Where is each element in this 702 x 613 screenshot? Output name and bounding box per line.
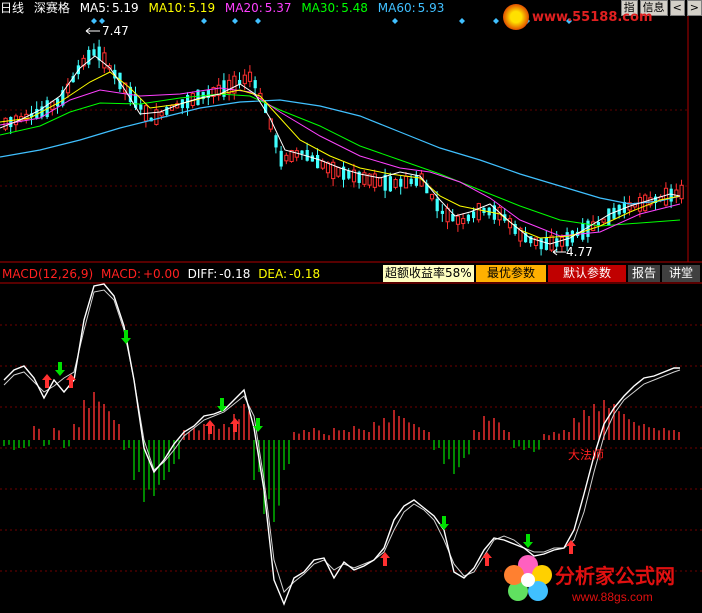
candle-body xyxy=(247,71,253,82)
candle-body xyxy=(409,178,413,184)
candle-body xyxy=(637,197,643,212)
candle-body xyxy=(663,187,669,206)
ma20-label: MA20: xyxy=(224,1,263,15)
candle-body xyxy=(9,116,13,128)
candle-body xyxy=(455,215,461,225)
period-label: 日线 xyxy=(0,1,25,15)
candle-body xyxy=(279,150,283,167)
candle-body xyxy=(274,135,278,148)
ma60-value: 5.93 xyxy=(417,1,445,15)
candle-body xyxy=(445,207,450,223)
candle-body xyxy=(403,175,409,189)
candle-body xyxy=(320,160,325,169)
sell-arrow-icon xyxy=(217,398,227,412)
candle-body xyxy=(669,188,673,202)
ma5-value: 5.19 xyxy=(111,1,139,15)
candle-body xyxy=(472,211,476,219)
candle-body xyxy=(159,111,164,117)
stock-name: 深赛格 xyxy=(33,1,70,15)
candle-body xyxy=(596,222,600,226)
candle-body xyxy=(102,52,107,69)
high-price-label: 7.47 xyxy=(102,24,129,38)
chart-canvas[interactable] xyxy=(0,0,702,613)
ma60-label: MA60: xyxy=(377,1,416,15)
candle-body xyxy=(325,162,331,174)
dea-value: -0.18 xyxy=(289,267,321,281)
macd-title: MACD(12,26,9) xyxy=(2,267,94,281)
author-annotation: 大法师 xyxy=(568,448,605,462)
buy-arrow-icon xyxy=(482,552,492,566)
candle-body xyxy=(679,184,684,200)
candle-body xyxy=(347,170,351,179)
diff-line xyxy=(3,283,680,606)
ma5-label: MA5: xyxy=(79,1,110,15)
watermark-logo-icon xyxy=(503,4,529,30)
candle-body xyxy=(539,238,543,250)
macd-header: MACD(12,26,9) MACD: +0.00 DIFF: -0.18 DEA:… xyxy=(2,266,324,282)
sell-arrow-icon xyxy=(523,534,533,548)
stock-chart-window: 日线 深赛格 MA5: 5.19 MA10: 5.19 MA20: 5.37 MA30… xyxy=(0,0,702,613)
candle-body xyxy=(399,178,403,187)
low-price-marker xyxy=(552,248,566,256)
candle-body xyxy=(372,173,377,188)
dea-label: DEA: xyxy=(258,267,288,281)
ma30-label: MA30: xyxy=(301,1,340,15)
report-button[interactable]: 报告 xyxy=(628,265,660,282)
ma60-line xyxy=(0,99,681,205)
candle-body xyxy=(393,179,398,188)
ma30-value: 5.48 xyxy=(341,1,368,15)
sell-arrow-icon xyxy=(121,330,131,344)
dea-line xyxy=(3,289,681,593)
signal-diamonds xyxy=(91,18,572,24)
candle-body xyxy=(601,218,606,223)
ma10-line xyxy=(0,71,681,239)
default-params-button[interactable]: 默认参数 xyxy=(548,265,626,282)
candle-body xyxy=(284,154,289,162)
excess-yield-label: 超额收益率58% xyxy=(383,265,474,282)
diff-value: -0.18 xyxy=(219,267,251,281)
diff-label: DIFF: xyxy=(187,267,218,281)
candle-body xyxy=(377,176,383,187)
high-price-marker xyxy=(85,27,100,35)
sell-arrow-icon xyxy=(439,516,449,530)
lecture-button[interactable]: 讲堂 xyxy=(662,265,700,282)
candle-body xyxy=(336,166,341,177)
candle-body xyxy=(440,210,444,214)
candle-body xyxy=(165,106,169,115)
candle-body xyxy=(227,79,232,94)
candle-body xyxy=(196,89,200,106)
macd-label: MACD: xyxy=(100,267,141,281)
brand-flower-icon xyxy=(504,555,552,601)
candle-body xyxy=(429,193,435,200)
candle-body xyxy=(461,218,466,225)
ma20-value: 5.37 xyxy=(264,1,292,15)
candle-body xyxy=(435,198,439,212)
candle-body xyxy=(476,203,481,221)
brand-url: www.88gs.com xyxy=(572,590,653,604)
macd-grid xyxy=(0,282,702,572)
candle-body xyxy=(92,49,96,56)
low-price-label: 4.77 xyxy=(566,245,593,259)
candle-body xyxy=(242,74,247,85)
macd-value: +0.00 xyxy=(142,267,180,281)
ma10-value: 5.19 xyxy=(188,1,216,15)
candle-body xyxy=(586,220,590,237)
candle-body xyxy=(316,155,320,169)
next-button[interactable]: > xyxy=(686,0,702,16)
candle-body xyxy=(238,79,242,85)
candle-body xyxy=(559,236,565,247)
best-params-button[interactable]: 最优参数 xyxy=(476,265,546,282)
sell-arrow-icon xyxy=(55,362,65,376)
ma5-line xyxy=(0,55,681,245)
candle-body xyxy=(253,80,257,89)
watermark-logo-text: www.55188.com xyxy=(532,10,653,25)
candle-body xyxy=(466,214,470,222)
candle-body xyxy=(388,176,392,192)
candle-body xyxy=(139,104,143,110)
brand-name: 分析家公式网 xyxy=(555,564,675,588)
ma10-label: MA10: xyxy=(148,1,187,15)
prev-button[interactable]: < xyxy=(669,0,685,16)
candle-body xyxy=(300,150,304,154)
ma-header: 日线 深赛格 MA5: 5.19 MA10: 5.19 MA20: 5.37 MA30… xyxy=(0,0,450,16)
